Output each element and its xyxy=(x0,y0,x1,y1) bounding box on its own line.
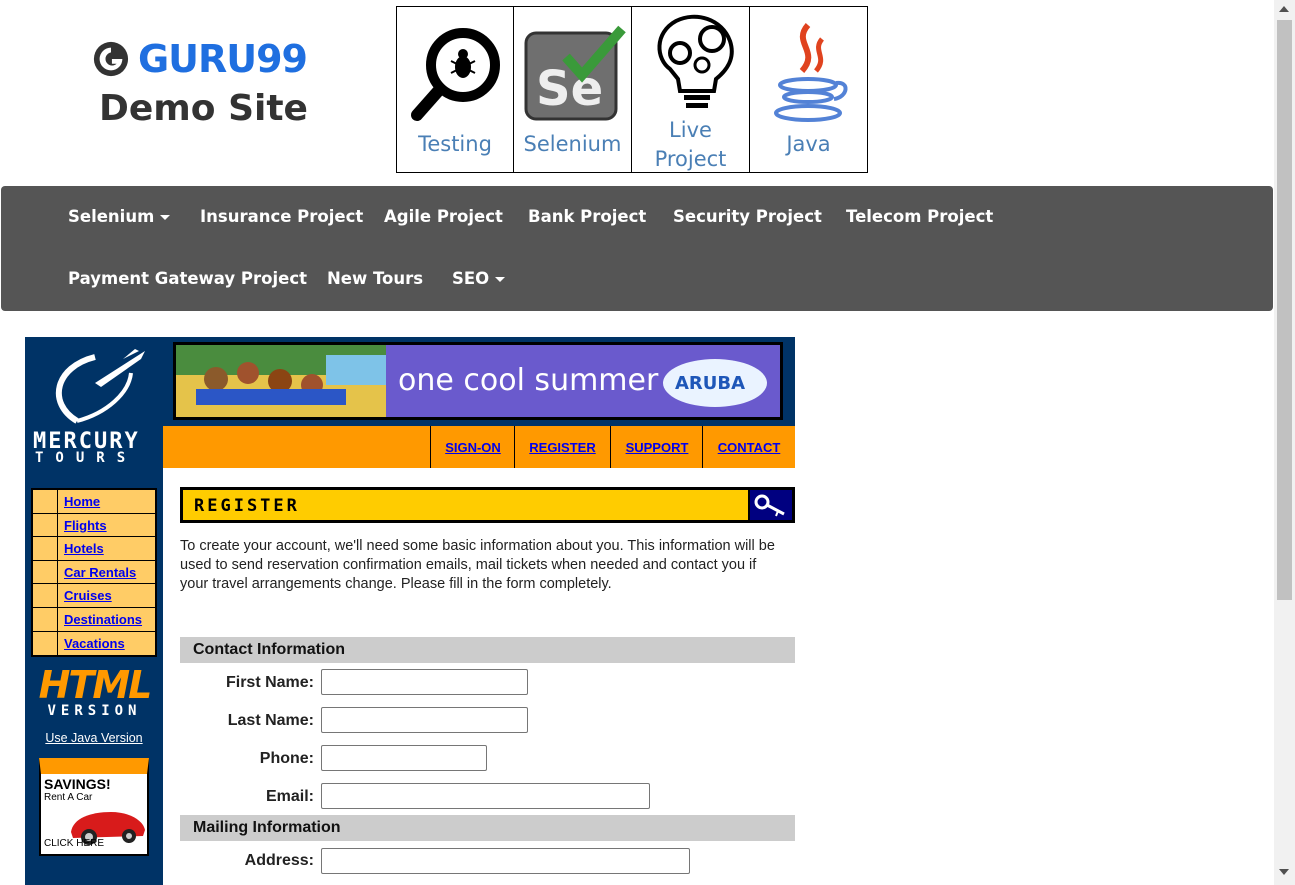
guru99-logo-icon xyxy=(93,41,129,77)
nav-bank-project[interactable]: Bank Project xyxy=(528,207,646,226)
support-link-cell: SUPPORT xyxy=(610,426,703,468)
html-version-logo: HTML VERSION xyxy=(37,663,153,719)
register-title-bar: REGISTER xyxy=(180,487,795,523)
side-menu-home[interactable]: Home xyxy=(58,490,100,513)
side-menu-row: Home xyxy=(33,490,155,514)
chevron-down-icon xyxy=(495,277,506,282)
side-menu-bullet xyxy=(33,490,58,513)
aruba-banner-ad[interactable]: one cool summer ARUBA xyxy=(173,342,783,420)
selenium-label: Selenium xyxy=(523,132,622,156)
nav-agile-project[interactable]: Agile Project xyxy=(384,207,503,226)
aruba-logo: ARUBA xyxy=(663,359,767,407)
savings-subtitle: Rent A Car xyxy=(44,792,93,803)
scrollbar-thumb[interactable] xyxy=(1277,20,1292,600)
nav-security-project[interactable]: Security Project xyxy=(673,207,822,226)
side-menu-row: Hotels xyxy=(33,537,155,561)
phone-label: Phone: xyxy=(259,750,314,767)
support-link[interactable]: SUPPORT xyxy=(626,440,689,455)
savings-cta: CLICK HERE xyxy=(44,838,105,849)
plane-logo-icon xyxy=(56,349,145,424)
nav-new-tours[interactable]: New Tours xyxy=(327,269,423,288)
use-java-version-link[interactable]: Use Java Version xyxy=(25,731,163,745)
side-menu-cruises[interactable]: Cruises xyxy=(58,584,112,607)
selenium-link[interactable]: Se Selenium xyxy=(513,6,632,173)
mercury-tours-logo: MERCURY TOURS xyxy=(33,429,158,466)
guru99-logo-text: GURU99 xyxy=(137,37,308,81)
side-menu-row: Flights xyxy=(33,513,155,538)
address-label: Address: xyxy=(244,852,314,869)
side-menu-flights[interactable]: Flights xyxy=(58,514,107,537)
java-icon xyxy=(774,23,848,122)
main-navbar: Selenium Insurance Project Agile Project… xyxy=(1,186,1273,311)
side-menu-row: Car Rentals xyxy=(33,560,155,585)
project-label-line2: Project xyxy=(654,147,727,171)
contact-link-cell: CONTACT xyxy=(702,426,795,468)
side-menu-bullet xyxy=(33,560,58,584)
last-name-input[interactable] xyxy=(321,707,528,733)
nav-payment-gateway-project[interactable]: Payment Gateway Project xyxy=(68,269,307,288)
side-menu-row: Cruises xyxy=(33,584,155,608)
register-intro-text: To create your account, we'll need some … xyxy=(180,538,775,592)
side-menu-bullet xyxy=(33,584,58,607)
first-name-label: First Name: xyxy=(225,674,314,691)
address-input[interactable] xyxy=(321,848,690,874)
last-name-label: Last Name: xyxy=(227,712,314,729)
nav-insurance-project[interactable]: Insurance Project xyxy=(200,207,363,226)
scroll-up-arrow-icon[interactable] xyxy=(1279,6,1289,12)
phone-input[interactable] xyxy=(321,745,487,771)
testing-label: Testing xyxy=(418,132,492,156)
live-label-line1: Live xyxy=(669,118,712,142)
java-label: Java xyxy=(786,132,831,156)
nav-seo-label: SEO xyxy=(452,269,490,288)
mercury-tours-frame: one cool summer ARUBA SIGN-ON REGISTER S… xyxy=(25,337,795,885)
bug-magnifier-icon xyxy=(411,28,500,121)
aruba-logo-text: ARUBA xyxy=(675,373,746,394)
side-menu-row: Vacations xyxy=(33,631,155,656)
html-version-small: VERSION xyxy=(47,703,142,719)
mailing-information-header: Mailing Information xyxy=(180,815,795,841)
savings-car-ad[interactable]: SAVINGS! Rent A Car CLICK HERE xyxy=(39,758,149,856)
chevron-down-icon xyxy=(160,215,171,220)
side-menu-bullet xyxy=(33,537,58,560)
html-version-big: HTML xyxy=(38,663,153,707)
key-icon xyxy=(754,494,785,517)
register-link-cell: REGISTER xyxy=(514,426,610,468)
contact-information-header: Contact Information xyxy=(180,637,795,663)
banner-tagline: one cool summer xyxy=(398,363,659,398)
nav-selenium-label: Selenium xyxy=(68,207,155,226)
java-link[interactable]: Java xyxy=(749,6,868,173)
register-title: REGISTER xyxy=(194,496,300,516)
scroll-down-arrow-icon[interactable] xyxy=(1279,869,1289,875)
side-menu-destinations[interactable]: Destinations xyxy=(58,608,142,631)
selenium-icon: Se xyxy=(524,25,626,121)
nav-seo-dropdown[interactable]: SEO xyxy=(452,269,506,288)
nav-telecom-project[interactable]: Telecom Project xyxy=(846,207,993,226)
beach-people-image xyxy=(176,345,386,417)
vertical-scrollbar[interactable] xyxy=(1274,0,1295,885)
guru99-logo[interactable]: GURU99 xyxy=(92,36,308,82)
savings-title: SAVINGS! xyxy=(44,776,111,792)
testing-link[interactable]: Testing xyxy=(396,6,514,173)
email-label: Email: xyxy=(265,788,314,805)
live-project-link[interactable]: Live Project xyxy=(631,6,750,173)
side-menu: Home Flights Hotels Car Rentals Cruises … xyxy=(31,488,157,658)
side-menu-hotels[interactable]: Hotels xyxy=(58,537,104,560)
side-menu-vacations[interactable]: Vacations xyxy=(58,632,125,656)
demo-site-title: Demo Site xyxy=(99,88,308,129)
gears-bulb-icon xyxy=(657,14,734,108)
contact-link[interactable]: CONTACT xyxy=(718,440,781,455)
first-name-input[interactable] xyxy=(321,669,528,695)
side-menu-row: Destinations xyxy=(33,607,155,632)
side-menu-bullet xyxy=(33,607,58,631)
key-icon-box xyxy=(748,490,792,520)
email-input[interactable] xyxy=(321,783,650,809)
sign-on-link-cell: SIGN-ON xyxy=(430,426,515,468)
side-menu-bullet xyxy=(33,631,58,656)
side-menu-bullet xyxy=(33,513,58,537)
register-link[interactable]: REGISTER xyxy=(529,440,595,455)
sign-on-link[interactable]: SIGN-ON xyxy=(445,440,501,455)
nav-selenium-dropdown[interactable]: Selenium xyxy=(68,207,171,226)
side-menu-car-rentals[interactable]: Car Rentals xyxy=(58,561,136,584)
